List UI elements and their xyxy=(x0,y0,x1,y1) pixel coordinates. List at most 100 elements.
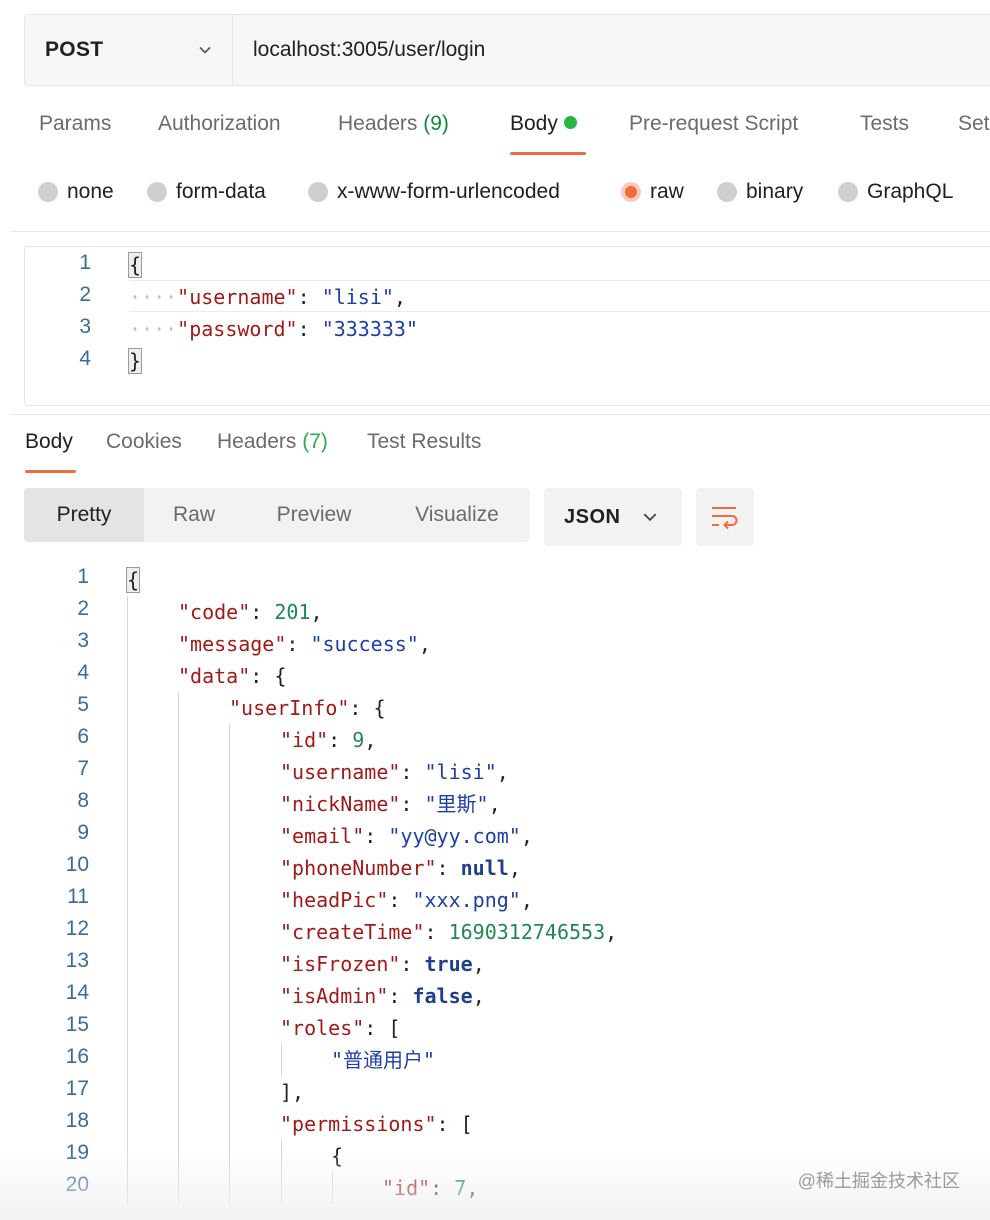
url-input[interactable]: localhost:3005/user/login xyxy=(233,15,990,85)
code-line: "username": "lisi", xyxy=(280,756,509,788)
body-type-none[interactable]: none xyxy=(38,180,114,204)
tab-tests-label: Tests xyxy=(860,112,910,135)
code-line: "isFrozen": true, xyxy=(280,948,485,980)
json-key: "email" xyxy=(280,824,365,848)
line-number: 3 xyxy=(79,315,91,338)
radio-graphql[interactable] xyxy=(838,182,858,202)
tab-headers[interactable]: Headers (9) xyxy=(338,112,449,136)
json-key: "roles" xyxy=(280,1016,365,1040)
tab-pre-request-script[interactable]: Pre-request Script xyxy=(629,112,798,136)
code-line: ], xyxy=(280,1076,304,1108)
tab-tests[interactable]: Tests xyxy=(860,112,909,136)
json-key: "isAdmin" xyxy=(280,984,389,1008)
tab-pre-request-script-label: Pre-request Script xyxy=(629,112,799,135)
json-punctuation: , xyxy=(466,1176,479,1200)
code-line: "email": "yy@yy.com", xyxy=(280,820,533,852)
view-raw-button[interactable]: Raw xyxy=(144,488,244,542)
response-tab-test-results-label: Test Results xyxy=(367,430,482,453)
open-brace: { xyxy=(125,567,141,593)
method-select[interactable]: POST xyxy=(25,15,233,85)
line-number: 4 xyxy=(77,661,89,684)
whitespace-marker: ···· xyxy=(129,317,178,341)
tab-body[interactable]: Body xyxy=(510,112,577,136)
body-type-graphql-label: GraphQL xyxy=(867,180,954,203)
indent-guide xyxy=(281,1140,282,1204)
line-number: 5 xyxy=(77,693,89,716)
tab-body-label: Body xyxy=(510,112,558,135)
line-number: 19 xyxy=(65,1141,89,1164)
json-punctuation: : xyxy=(400,760,425,784)
json-punctuation: ], xyxy=(280,1080,305,1104)
view-pretty-button[interactable]: Pretty xyxy=(24,488,144,542)
radio-urlencoded[interactable] xyxy=(308,182,328,202)
view-preview-button[interactable]: Preview xyxy=(244,488,384,542)
json-punctuation: , xyxy=(364,728,377,752)
json-key: "userInfo" xyxy=(229,696,350,720)
body-type-form-data[interactable]: form-data xyxy=(147,180,266,204)
json-punctuation: : xyxy=(424,920,449,944)
body-status-dot xyxy=(563,116,577,129)
json-key: "username" xyxy=(280,760,401,784)
json-key: "username" xyxy=(177,285,298,309)
request-body-editor[interactable]: 1 2 3 4 { ····"username": "lisi", ····"p… xyxy=(24,246,990,406)
close-brace: } xyxy=(127,348,143,374)
body-type-form-data-label: form-data xyxy=(176,180,266,203)
code-line: "message": "success", xyxy=(178,628,431,660)
line-number: 4 xyxy=(79,347,91,370)
json-punctuation: { xyxy=(331,1144,344,1168)
indent-guide xyxy=(127,596,128,1204)
body-type-urlencoded[interactable]: x-www-form-urlencoded xyxy=(308,180,560,204)
response-body-viewer[interactable]: 1 {2 "code": 201, 3 "message": "success", 4 "d… xyxy=(0,560,990,1220)
body-type-raw-label: raw xyxy=(650,180,684,203)
radio-raw[interactable] xyxy=(621,182,641,202)
body-type-raw[interactable]: raw xyxy=(621,180,684,204)
json-punctuation: : { xyxy=(250,664,287,688)
response-tab-cookies[interactable]: Cookies xyxy=(106,430,182,454)
request-tabs: Params Authorization Headers (9) Body Pr… xyxy=(0,100,990,160)
radio-binary[interactable] xyxy=(717,182,737,202)
response-tab-headers[interactable]: Headers (7) xyxy=(217,430,328,454)
code-line: "phoneNumber": null, xyxy=(280,852,521,884)
radio-form-data[interactable] xyxy=(147,182,167,202)
method-label: POST xyxy=(45,38,104,61)
json-key: "message" xyxy=(178,632,287,656)
json-punctuation: , xyxy=(472,952,485,976)
json-key: "permissions" xyxy=(280,1112,437,1136)
json-string: "xxx.png" xyxy=(412,888,521,912)
json-string: "lisi" xyxy=(321,285,394,309)
line-number: 1 xyxy=(77,565,89,588)
indent-guide xyxy=(178,692,179,1204)
body-type-graphql[interactable]: GraphQL xyxy=(838,180,953,204)
line-number: 18 xyxy=(65,1109,89,1132)
format-select[interactable]: JSON xyxy=(544,488,682,546)
json-key: "phoneNumber" xyxy=(280,856,437,880)
tab-params[interactable]: Params xyxy=(39,112,111,136)
tab-authorization[interactable]: Authorization xyxy=(158,112,281,136)
json-punctuation: : xyxy=(388,984,413,1008)
line-number: 7 xyxy=(77,757,89,780)
line-number: 14 xyxy=(65,981,89,1004)
line-number: 12 xyxy=(65,917,89,940)
code-line: "普通用户" xyxy=(331,1044,435,1076)
view-visualize-button[interactable]: Visualize xyxy=(384,488,530,542)
json-punctuation: , xyxy=(520,888,533,912)
json-literal: false xyxy=(412,984,473,1008)
response-tab-body[interactable]: Body xyxy=(25,430,73,454)
wrap-lines-button[interactable] xyxy=(696,488,754,546)
request-bar: POST localhost:3005/user/login xyxy=(24,14,990,86)
code-line: ····"username": "lisi", xyxy=(129,281,406,313)
body-type-binary-label: binary xyxy=(746,180,804,203)
json-string: "success" xyxy=(310,632,419,656)
tab-authorization-label: Authorization xyxy=(158,112,281,135)
code-line: "id": 9, xyxy=(280,724,376,756)
tab-settings-label: Set xyxy=(958,112,990,135)
body-type-binary[interactable]: binary xyxy=(717,180,803,204)
response-tab-test-results[interactable]: Test Results xyxy=(367,430,481,454)
code-line: "roles": [ xyxy=(280,1012,400,1044)
json-punctuation: , xyxy=(472,984,485,1008)
tab-settings[interactable]: Set xyxy=(958,112,990,136)
json-string: "yy@yy.com" xyxy=(388,824,521,848)
watermark: @稀土掘金技术社区 xyxy=(797,1171,960,1191)
code-line: "nickName": "里斯", xyxy=(280,788,501,820)
radio-none[interactable] xyxy=(38,182,58,202)
